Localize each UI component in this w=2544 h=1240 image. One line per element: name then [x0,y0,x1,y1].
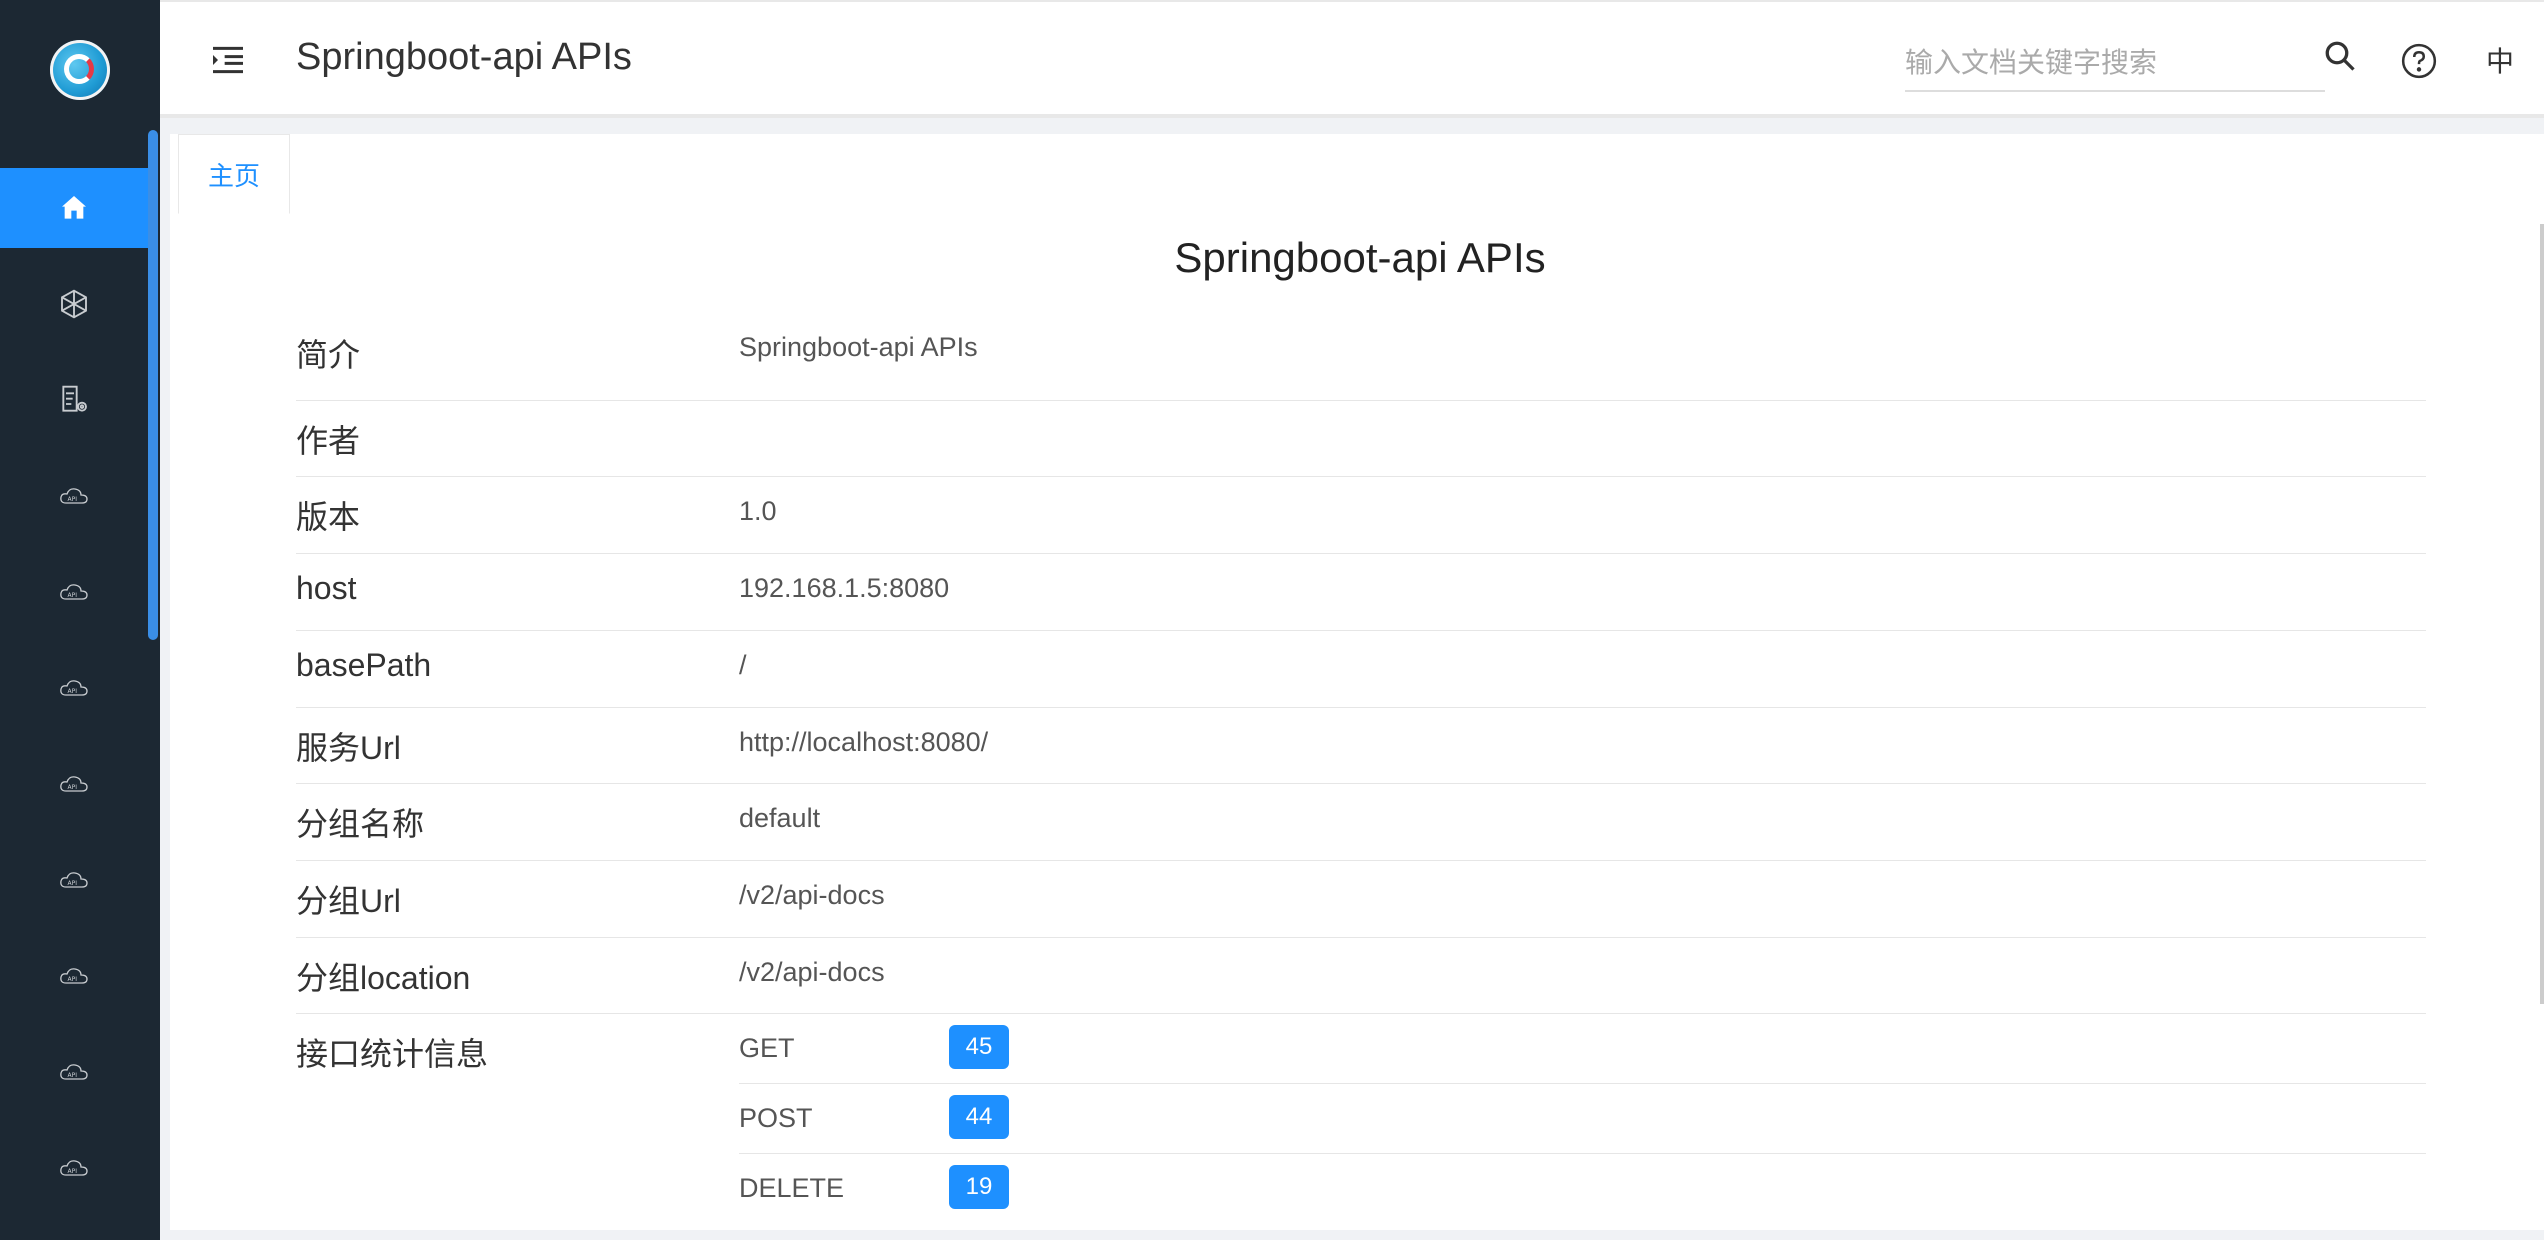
svg-text:API: API [68,880,78,887]
info-value: 1.0 [739,496,777,526]
svg-text:API: API [68,496,78,503]
info-value: http://localhost:8080/ [739,727,989,757]
info-value: /v2/api-docs [739,957,885,987]
info-row-group-url: 分组Url /v2/api-docs [296,860,2426,938]
stat-row-get: GET 45 [739,1013,2426,1084]
doc-title: Springboot-api APIs [1174,234,1546,281]
svg-text:API: API [68,592,78,599]
stat-count-badge: 45 [949,1025,1009,1069]
cube-network-icon [61,289,87,319]
cloud-api-icon: API [60,1160,88,1176]
info-label: 接口统计信息 [296,1036,489,1072]
info-row-api-stats: 接口统计信息 GET 45 POST 44 DELETE 19 [296,1013,2426,1230]
info-row-author: 作者 [296,400,2426,477]
nav-api-group-8[interactable]: API [0,1128,148,1208]
document-settings-icon [62,385,87,412]
svg-text:API: API [68,688,78,695]
info-label: 作者 [296,423,361,459]
sidebar: API API API API API API API API [0,0,160,1240]
info-label: basePath [296,647,432,683]
info-value: 192.168.1.5:8080 [739,573,950,603]
search-icon[interactable] [2322,38,2358,74]
main-content: Springboot-api APIs 简介 Springboot-api AP… [170,214,2544,1230]
info-row-group-location: 分组location /v2/api-docs [296,937,2426,1014]
svg-text:API: API [68,784,78,791]
menu-fold-icon[interactable] [208,40,248,80]
info-label: 分组location [296,960,471,996]
nav-api-group-4[interactable]: API [0,744,148,824]
info-row-basepath: basePath / [296,630,2426,708]
home-icon [62,196,86,219]
info-label: 简介 [296,337,361,373]
stat-count-badge: 44 [949,1095,1009,1139]
nav-api-group-3[interactable]: API [0,648,148,728]
info-row-host: host 192.168.1.5:8080 [296,553,2426,631]
nav-api-group-6[interactable]: API [0,936,148,1016]
knife4j-logo-icon[interactable] [50,40,110,100]
cloud-api-icon: API [60,680,88,696]
info-row-version: 版本 1.0 [296,476,2426,554]
info-value: / [739,650,747,680]
cloud-api-icon: API [60,488,88,504]
stat-row-post: POST 44 [739,1083,2426,1154]
info-label: 版本 [296,499,361,535]
stat-count-badge: 19 [949,1165,1009,1209]
app-title: Springboot-api APIs [296,36,632,78]
info-value: default [739,803,821,833]
info-label: host [296,570,357,606]
cloud-api-icon: API [60,776,88,792]
tab-home[interactable]: 主页 [178,134,290,214]
cloud-api-icon: API [60,1064,88,1080]
cloud-api-icon: API [60,968,88,984]
help-icon[interactable] [2400,42,2438,80]
stat-method: GET [739,1033,795,1063]
info-label: 分组名称 [296,806,425,842]
nav-api-group-7[interactable]: API [0,1032,148,1112]
nav-doc-manage[interactable] [0,360,148,440]
svg-text:API: API [68,1168,78,1175]
search-input[interactable] [1905,36,2325,92]
top-header: Springboot-api APIs 中 [160,0,2544,118]
sidebar-scrollbar-thumb[interactable] [148,130,158,640]
info-row-group-name: 分组名称 default [296,783,2426,861]
cloud-api-icon: API [60,584,88,600]
info-value: Springboot-api APIs [739,332,978,362]
info-row-description: 简介 Springboot-api APIs [296,314,2426,401]
info-label: 分组Url [296,883,401,919]
language-toggle[interactable]: 中 [2486,40,2514,80]
nav-global-params[interactable] [0,264,148,344]
content-scrollbar[interactable] [2540,224,2544,1004]
nav-api-group-1[interactable]: API [0,456,148,536]
stat-method: DELETE [739,1173,845,1203]
nav-home[interactable] [0,168,148,248]
svg-text:API: API [68,976,78,983]
cloud-api-icon: API [60,872,88,888]
stat-method: POST [739,1103,813,1133]
svg-text:API: API [68,1072,78,1079]
info-label: 服务Url [296,730,401,766]
nav-api-group-5[interactable]: API [0,840,148,920]
nav-api-group-2[interactable]: API [0,552,148,632]
info-value: /v2/api-docs [739,880,885,910]
info-row-service-url: 服务Url http://localhost:8080/ [296,707,2426,784]
stat-row-delete: DELETE 19 [739,1153,2426,1223]
tab-bar: 主页 [170,134,2544,215]
logo-area [0,0,160,140]
